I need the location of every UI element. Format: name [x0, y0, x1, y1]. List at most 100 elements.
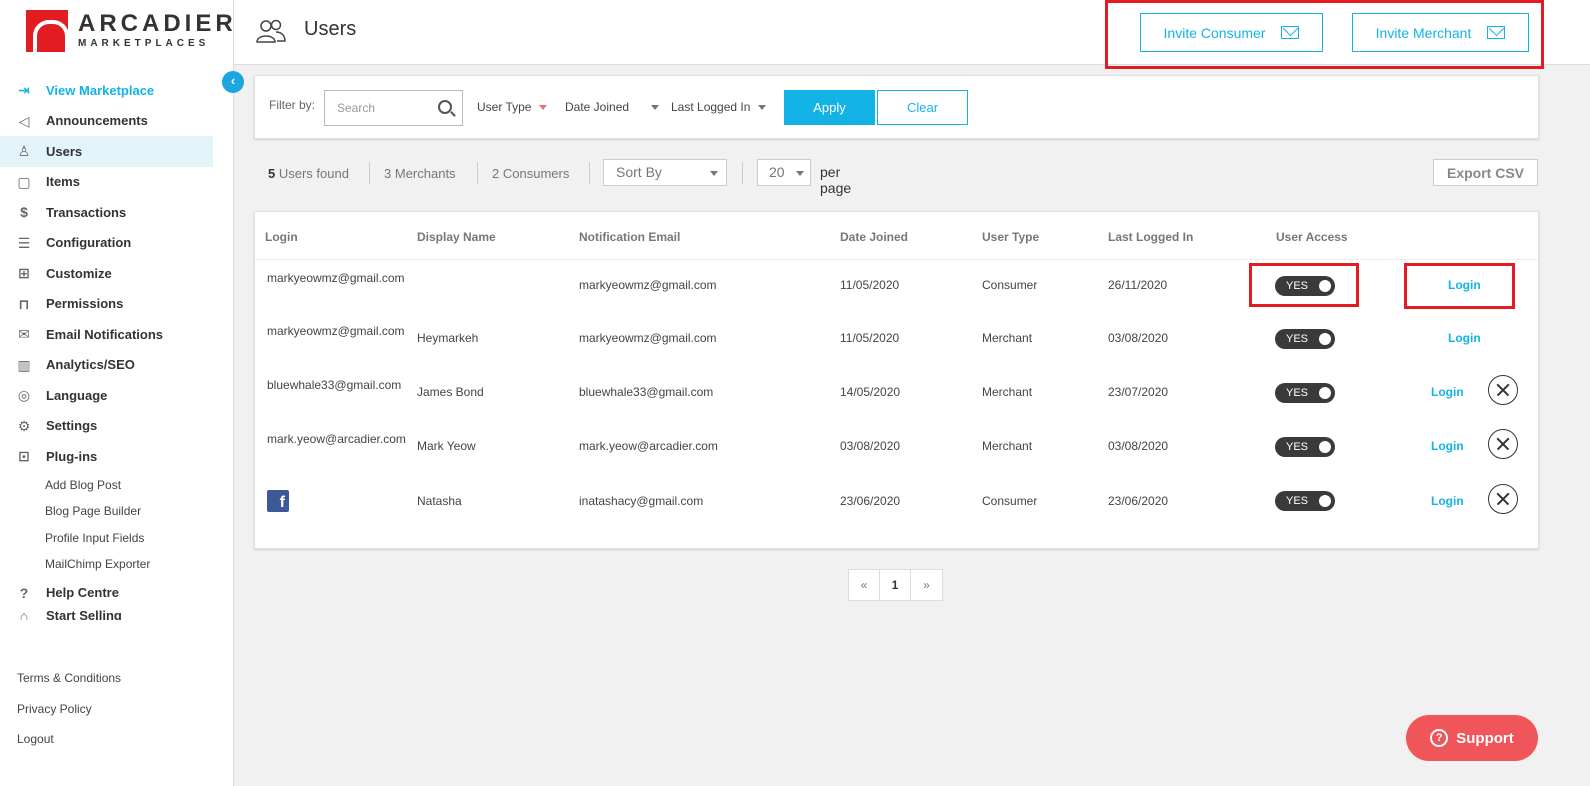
- export-csv-button[interactable]: Export CSV: [1433, 159, 1538, 186]
- sidebar-item-settings[interactable]: ⚙ Settings: [0, 411, 213, 442]
- column-header-login[interactable]: Login: [265, 230, 298, 244]
- user-type-dropdown[interactable]: User Type: [477, 100, 548, 114]
- sidebar-item-transactions[interactable]: $ Transactions: [0, 197, 213, 228]
- sidebar: ARCADIER MARKETPLACES ⇥ View Marketplace…: [0, 0, 234, 786]
- merchants-count-filter[interactable]: 3 Merchants: [384, 166, 456, 181]
- user-type-label: User Type: [477, 100, 532, 114]
- sidebar-item-permissions[interactable]: ⊓ Permissions: [0, 289, 213, 320]
- users-count: 5: [268, 166, 276, 181]
- sort-by-select[interactable]: Sort By: [603, 159, 727, 186]
- collapse-sidebar-button[interactable]: ‹: [222, 71, 244, 93]
- privacy-link[interactable]: Privacy Policy: [17, 696, 121, 727]
- sidebar-item-configuration[interactable]: ☰ Configuration: [0, 228, 213, 259]
- cell-login: mark.yeow@arcadier.com: [267, 432, 406, 446]
- sidebar-item-items[interactable]: ▢ Items: [0, 167, 213, 198]
- invite-consumer-button[interactable]: Invite Consumer: [1140, 13, 1323, 52]
- user-access-toggle[interactable]: YES: [1275, 491, 1335, 511]
- cell-date-joined: 23/06/2020: [840, 494, 901, 508]
- cell-login: markyeowmz@gmail.com: [267, 271, 405, 285]
- gift-icon: ⊡: [18, 448, 30, 465]
- search-input[interactable]: Search: [324, 90, 463, 126]
- megaphone-icon: ◁: [18, 112, 30, 129]
- user-access-toggle[interactable]: YES: [1275, 329, 1335, 349]
- sidebar-item-analytics-seo[interactable]: ▥ Analytics/SEO: [0, 350, 213, 381]
- column-header-user-access[interactable]: User Access: [1276, 230, 1348, 244]
- login-as-user-link[interactable]: Login: [1431, 439, 1464, 453]
- per-page-select[interactable]: 20: [757, 159, 811, 186]
- cell-user-type: Merchant: [982, 439, 1033, 453]
- sidebar-item-plug-ins[interactable]: ⊡ Plug-ins: [0, 441, 213, 472]
- users-table: Login Display Name Notification Email Da…: [254, 211, 1539, 549]
- sidebar-item-start-selling[interactable]: ⌂ Start Selling: [0, 608, 213, 620]
- search-icon[interactable]: [438, 100, 452, 114]
- user-icon: ♙: [17, 143, 31, 160]
- sidebar-item-label: Configuration: [46, 235, 132, 251]
- consumers-count-filter[interactable]: 2 Consumers: [492, 166, 569, 181]
- filter-label: Filter by:: [269, 98, 316, 112]
- login-as-user-link[interactable]: Login: [1448, 278, 1481, 292]
- sidebar-item-label: View Marketplace: [46, 82, 155, 98]
- user-access-toggle[interactable]: YES: [1275, 383, 1335, 403]
- gear-icon: ⚙: [17, 417, 31, 434]
- login-as-user-link[interactable]: Login: [1448, 331, 1481, 345]
- sidebar-item-label: Customize: [46, 265, 112, 281]
- logout-link[interactable]: Logout: [17, 726, 121, 757]
- sidebar-subitem-profile-input-fields[interactable]: Profile Input Fields: [0, 525, 213, 552]
- column-header-last-logged-in[interactable]: Last Logged In: [1108, 230, 1193, 244]
- caret-down-icon: [758, 105, 767, 111]
- divider: [742, 162, 743, 184]
- sidebar-item-email-notifications[interactable]: ✉ Email Notifications: [0, 319, 213, 350]
- pagination-next[interactable]: »: [911, 570, 942, 600]
- login-as-user-link[interactable]: Login: [1431, 494, 1464, 508]
- user-access-toggle[interactable]: YES: [1275, 437, 1335, 457]
- logo-mark-icon: [26, 10, 68, 52]
- invite-buttons-highlight: Invite Consumer Invite Merchant: [1105, 0, 1544, 69]
- terms-link[interactable]: Terms & Conditions: [17, 665, 121, 696]
- column-header-user-type[interactable]: User Type: [982, 230, 1039, 244]
- merchants-count-label: Merchants: [394, 166, 456, 181]
- support-label: Support: [1456, 729, 1514, 747]
- cell-user-type: Consumer: [982, 278, 1038, 292]
- arcadier-logo[interactable]: ARCADIER MARKETPLACES: [26, 10, 233, 52]
- column-header-date-joined[interactable]: Date Joined: [840, 230, 908, 244]
- cell-user-type: Consumer: [982, 494, 1038, 508]
- sidebar-item-announcements[interactable]: ◁ Announcements: [0, 106, 213, 137]
- divider: [477, 162, 478, 184]
- column-header-notification-email[interactable]: Notification Email: [579, 230, 680, 244]
- clear-button[interactable]: Clear: [877, 90, 968, 125]
- sidebar-item-label: Plug-ins: [46, 448, 98, 464]
- apply-button[interactable]: Apply: [784, 90, 875, 125]
- sidebar-item-label: Announcements: [46, 113, 148, 129]
- date-joined-dropdown[interactable]: Date Joined: [565, 100, 660, 114]
- sidebar-item-customize[interactable]: ⊞ Customize: [0, 258, 213, 289]
- cell-date-joined: 03/08/2020: [840, 439, 901, 453]
- delete-user-button[interactable]: [1488, 429, 1518, 459]
- sidebar-subitem-mailchimp-exporter[interactable]: MailChimp Exporter: [0, 551, 213, 578]
- sidebar-item-users[interactable]: ♙ Users: [0, 136, 213, 167]
- per-page-value: 20: [769, 164, 785, 180]
- invite-consumer-label: Invite Consumer: [1163, 24, 1266, 41]
- sidebar-subitem-add-blog-post[interactable]: Add Blog Post: [0, 472, 213, 499]
- sidebar-item-label: Start Selling: [46, 608, 122, 620]
- last-logged-in-dropdown[interactable]: Last Logged In: [671, 100, 767, 114]
- support-button[interactable]: ? Support: [1406, 715, 1538, 761]
- logo-name: ARCADIER: [78, 10, 237, 37]
- sidebar-item-view-marketplace[interactable]: ⇥ View Marketplace: [0, 75, 213, 106]
- delete-user-button[interactable]: [1488, 375, 1518, 405]
- pagination-prev[interactable]: «: [849, 570, 880, 600]
- sidebar-item-help-centre[interactable]: ? Help Centre: [0, 578, 213, 609]
- login-as-user-link[interactable]: Login: [1431, 385, 1464, 399]
- sidebar-item-label: Help Centre: [46, 585, 119, 601]
- invite-merchant-button[interactable]: Invite Merchant: [1352, 13, 1529, 52]
- column-header-display-name[interactable]: Display Name: [417, 230, 496, 244]
- chart-icon: ▥: [17, 356, 31, 373]
- cell-email: mark.yeow@arcadier.com: [579, 439, 718, 453]
- cell-login: markyeowmz@gmail.com: [267, 324, 405, 338]
- sidebar-subitem-blog-page-builder[interactable]: Blog Page Builder: [0, 498, 213, 525]
- user-access-toggle[interactable]: YES: [1275, 276, 1335, 296]
- delete-user-button[interactable]: [1488, 484, 1518, 514]
- sort-by-value: Sort By: [616, 164, 662, 180]
- sidebar-item-language[interactable]: ◎ Language: [0, 380, 213, 411]
- date-joined-label: Date Joined: [565, 100, 630, 114]
- pagination-page-1[interactable]: 1: [880, 570, 911, 600]
